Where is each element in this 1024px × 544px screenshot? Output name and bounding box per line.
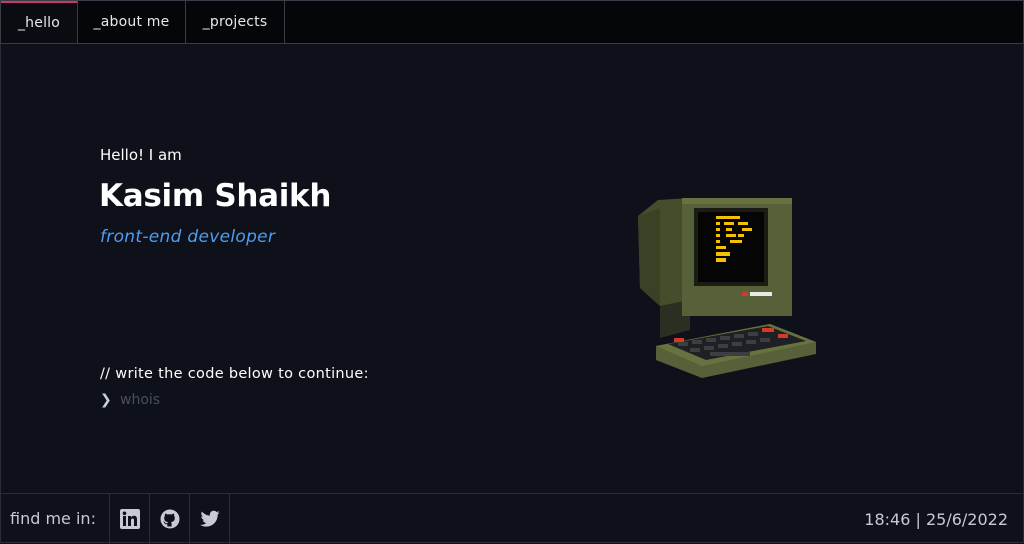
- tab-hello[interactable]: _hello: [1, 1, 78, 43]
- github-icon: [160, 509, 179, 528]
- page-title: Kasim Shaikh: [99, 178, 332, 214]
- role-subtitle: front-end developer: [100, 227, 276, 247]
- top-nav: _hello _about me _projects: [0, 0, 1024, 44]
- chevron-right-icon: ❯: [100, 392, 112, 408]
- twitter-icon: [199, 510, 219, 527]
- linkedin-link[interactable]: [110, 493, 150, 544]
- twitter-link[interactable]: [190, 493, 230, 544]
- app-frame: [0, 0, 1024, 543]
- tab-projects[interactable]: _projects: [186, 1, 285, 43]
- github-link[interactable]: [150, 493, 190, 544]
- linkedin-icon: [119, 508, 140, 529]
- prompt-instruction: // write the code below to continue:: [100, 366, 369, 382]
- datetime-readout: 18:46 | 25/6/2022: [864, 509, 1008, 529]
- greeting: Hello! I am: [100, 146, 182, 164]
- command-row: ❯: [100, 390, 340, 410]
- tab-about-me[interactable]: _about me: [78, 1, 186, 43]
- find-me-label: find me in:: [0, 493, 110, 544]
- footer: find me in: 18:46 | 25/6/2022: [0, 493, 1024, 544]
- command-input[interactable]: [120, 390, 340, 410]
- retro-computer-illustration: [638, 198, 816, 378]
